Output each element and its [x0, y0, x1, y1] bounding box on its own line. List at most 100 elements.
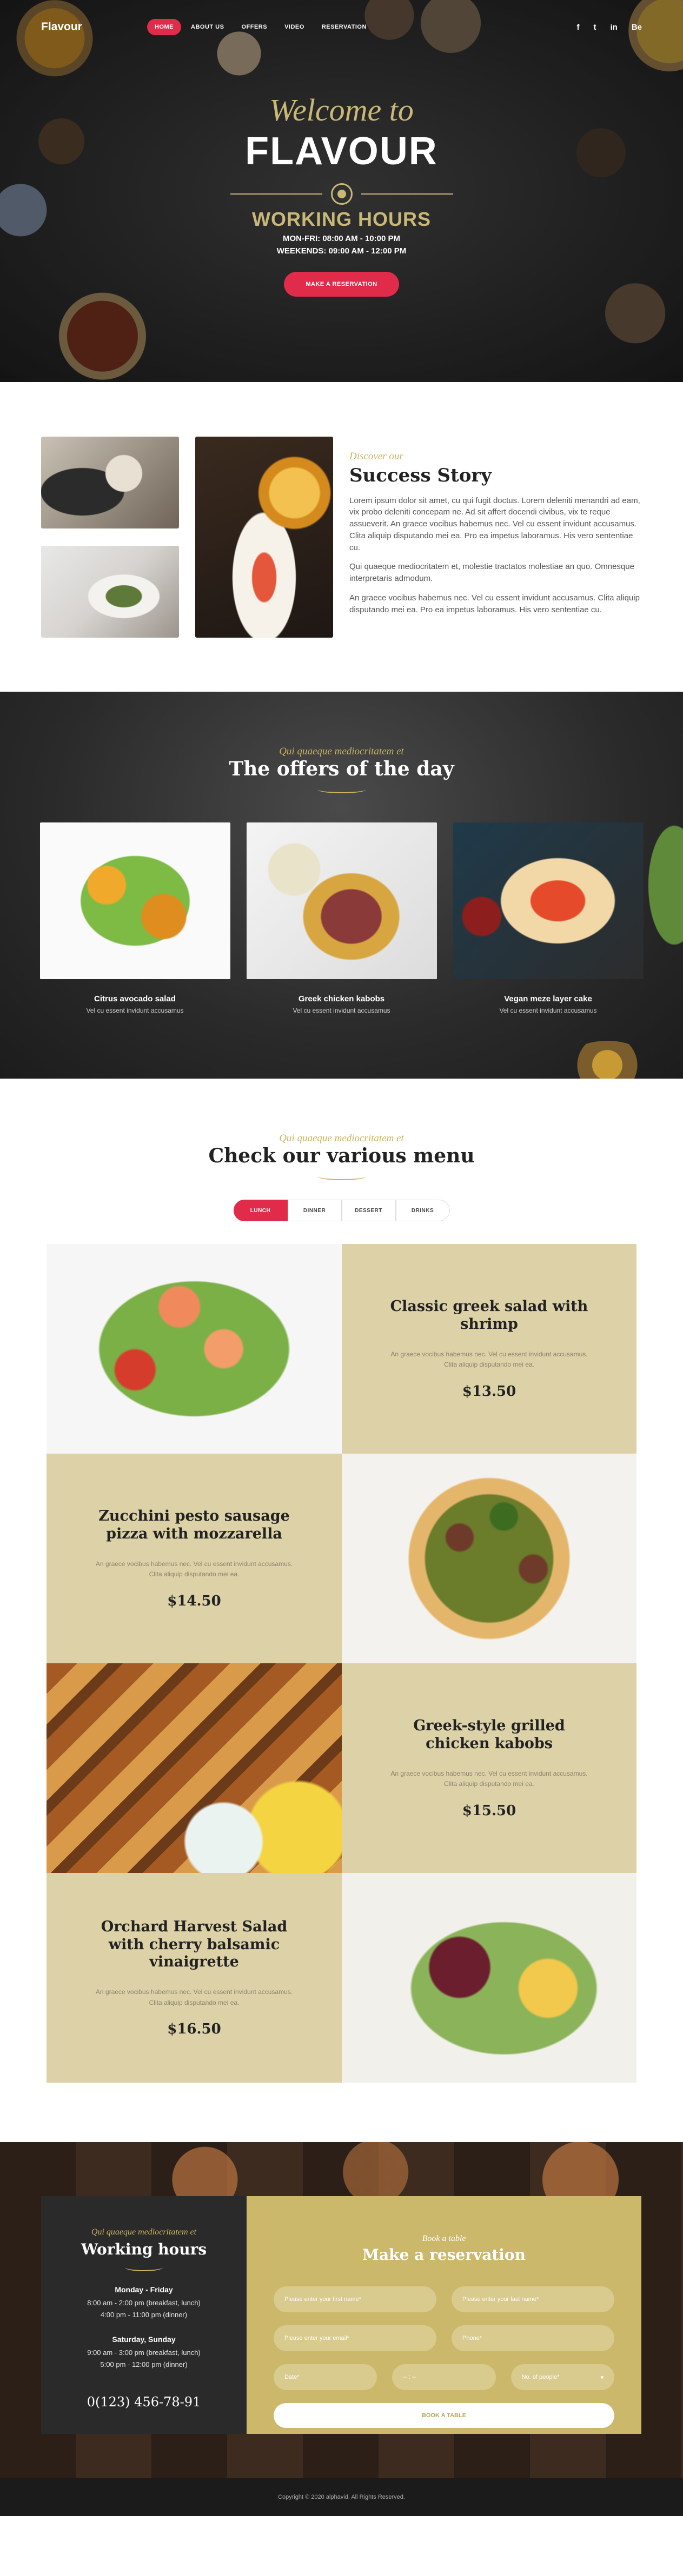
hours-time-line: 4:00 pm - 11:00 pm (dinner)	[100, 2311, 188, 2319]
make-reservation-button[interactable]: Make a reservation	[284, 272, 399, 297]
hours-time-line: 5:00 pm - 12:00 pm (dinner)	[100, 2360, 188, 2369]
form-kicker: Book a table	[422, 2234, 466, 2243]
nav-about[interactable]: About us	[183, 19, 231, 35]
ornament-divider	[125, 2264, 163, 2271]
story-paragraph: Lorem ipsum dolor sit amet, cu qui fugit…	[349, 495, 642, 554]
time-field[interactable]	[392, 2364, 496, 2390]
offer-name: Citrus avocado salad	[94, 994, 176, 1003]
tab-dinner[interactable]: Dinner	[287, 1200, 342, 1221]
working-hours-box: Qui quaeque mediocritatem et Working hou…	[41, 2196, 247, 2434]
hours-times: 9:00 am - 3:00 pm (breakfast, lunch) 5:00…	[41, 2347, 247, 2371]
story-paragraph: An graece vocibus habemus nec. Vel cu es…	[349, 593, 640, 614]
dish-price: $15.50	[462, 1802, 516, 1819]
hours-weekends: WEEKENDS: 09:00 AM - 12:00 PM	[276, 246, 407, 256]
dish-name: Zucchini pesto sausage pizza with mozzar…	[98, 1508, 290, 1542]
form-row: No. of people* ▾	[274, 2364, 614, 2390]
hours-time-line: 8:00 am - 2:00 pm (breakfast, lunch)	[87, 2299, 201, 2307]
behance-icon[interactable]: Be	[632, 23, 642, 32]
menu-item: Classic greek salad with shrimp An graec…	[342, 1244, 636, 1454]
menu-grid: Classic greek salad with shrimp An graec…	[47, 1244, 636, 2083]
tab-dessert[interactable]: Dessert	[341, 1200, 396, 1221]
menu-tabs: Lunch Dinner Dessert Drinks	[0, 1200, 683, 1221]
nav-reservation[interactable]: Reservation	[314, 19, 374, 35]
nav-links: Home About us Offers Video Reservation	[147, 19, 374, 35]
menu-item: Orchard Harvest Salad with cherry balsam…	[47, 1873, 342, 2083]
hours-time-line: 9:00 am - 3:00 pm (breakfast, lunch)	[87, 2348, 201, 2357]
offer-card[interactable]: Citrus avocado salad Vel cu essent invid…	[39, 822, 230, 1014]
plate-icon	[330, 183, 353, 205]
story-section: Discover our Success Story Lorem ipsum d…	[0, 382, 683, 692]
hero-ornament	[0, 183, 683, 205]
offer-desc: Vel cu essent invidunt accusamus	[499, 1007, 597, 1014]
dish-desc: An graece vocibus habemus nec. Vel cu es…	[390, 1349, 587, 1370]
linkedin-icon[interactable]: in	[610, 23, 617, 32]
offer-image	[453, 822, 644, 979]
facebook-icon[interactable]: f	[576, 23, 579, 32]
form-title: Make a reservation	[362, 2246, 526, 2264]
ornament-line	[361, 193, 453, 195]
chef-garnish-image	[41, 545, 179, 638]
reservation-form: Book a table Make a reservation No. of p…	[247, 2196, 641, 2434]
hero-brand: FLAVOUR	[245, 130, 438, 173]
offer-image	[39, 822, 230, 979]
nav-offers[interactable]: Offers	[234, 19, 275, 35]
dish-image	[47, 1244, 342, 1454]
story-paragraph: Qui quaeque mediocritatem et, molestie t…	[349, 562, 634, 584]
book-table-button[interactable]: Book a table	[274, 2403, 614, 2428]
form-row	[274, 2325, 614, 2351]
phone-field[interactable]	[452, 2325, 614, 2351]
top-nav: Flavour Home About us Offers Video Reser…	[0, 0, 683, 54]
hero-section: Flavour Home About us Offers Video Reser…	[0, 0, 683, 382]
tab-drinks[interactable]: Drinks	[395, 1200, 450, 1221]
first-name-field[interactable]	[274, 2286, 436, 2312]
offer-card[interactable]: Vegan meze layer cake Vel cu essent invi…	[453, 822, 644, 1014]
offer-image	[246, 822, 437, 979]
date-field[interactable]	[274, 2364, 377, 2390]
offer-card[interactable]: Greek chicken kabobs Vel cu essent invid…	[246, 822, 437, 1014]
dish-name: Orchard Harvest Salad with cherry balsam…	[101, 1918, 288, 1970]
dish-image	[47, 1663, 342, 1873]
story-paragraph-text: Lorem ipsum dolor sit amet, cu qui fugit…	[349, 496, 640, 529]
dish-desc-line: Clita aliquip disputando mei ea.	[444, 1780, 534, 1788]
dish-desc-line: An graece vocibus habemus nec. Vel cu es…	[95, 1560, 293, 1568]
twitter-icon[interactable]: t	[593, 23, 596, 32]
copyright: Copyright © 2020 alphavid. All Rights Re…	[0, 2478, 683, 2516]
phone-number[interactable]: 0(123) 456-78-91	[41, 2394, 247, 2410]
dish-desc-line: An graece vocibus habemus nec. Vel cu es…	[390, 1770, 588, 1778]
story-title: Success Story	[349, 464, 492, 486]
offers-title: The offers of the day	[229, 758, 454, 780]
persons-select-label: No. of people*	[521, 2374, 560, 2380]
reservation-section: Qui quaeque mediocritatem et Working hou…	[0, 2142, 683, 2516]
ornament-line	[230, 193, 322, 195]
dish-price: $14.50	[167, 1593, 221, 1609]
dish-price: $16.50	[167, 2020, 221, 2037]
persons-select[interactable]: No. of people* ▾	[510, 2364, 614, 2390]
offers-section: Qui quaeque mediocritatem et The offers …	[0, 692, 683, 1079]
last-name-field[interactable]	[452, 2286, 614, 2312]
nav-video[interactable]: Video	[277, 19, 312, 35]
social-links: f t in Be	[576, 23, 642, 32]
offer-name: Greek chicken kabobs	[298, 994, 385, 1003]
ornament-divider	[317, 786, 366, 793]
hours-weekdays: MON-FRI: 08:00 AM - 10:00 PM	[283, 234, 400, 243]
nav-home[interactable]: Home	[147, 19, 181, 35]
story-images	[41, 436, 333, 638]
story-text: Discover our Success Story Lorem ipsum d…	[349, 451, 642, 624]
dish-desc-line: An graece vocibus habemus nec. Vel cu es…	[390, 1350, 588, 1359]
email-field[interactable]	[274, 2325, 436, 2351]
hero-welcome: Welcome to	[269, 92, 414, 128]
menu-item: Greek-style grilled chicken kabobs An gr…	[342, 1663, 636, 1873]
hours-day: Monday - Friday	[115, 2285, 173, 2294]
hours-times: 8:00 am - 2:00 pm (breakfast, lunch) 4:00…	[41, 2297, 247, 2321]
dish-desc-line: Clita aliquip disputando mei ea.	[149, 1998, 240, 2006]
hours-box-title: Working hours	[81, 2240, 207, 2258]
hours-title: WORKING HOURS	[252, 208, 431, 230]
logo[interactable]: Flavour	[41, 21, 147, 34]
dish-desc: An graece vocibus habemus nec. Vel cu es…	[390, 1769, 587, 1789]
offer-desc: Vel cu essent invidunt accusamus	[86, 1007, 184, 1014]
dish-drink-image	[195, 436, 333, 638]
story-paragraph-text: Clita aliquip disputando mei ea. Pro ea …	[349, 531, 633, 552]
tab-lunch[interactable]: Lunch	[233, 1200, 288, 1221]
offer-desc: Vel cu essent invidunt accusamus	[293, 1007, 390, 1014]
dish-name: Classic greek salad with shrimp	[390, 1298, 588, 1333]
